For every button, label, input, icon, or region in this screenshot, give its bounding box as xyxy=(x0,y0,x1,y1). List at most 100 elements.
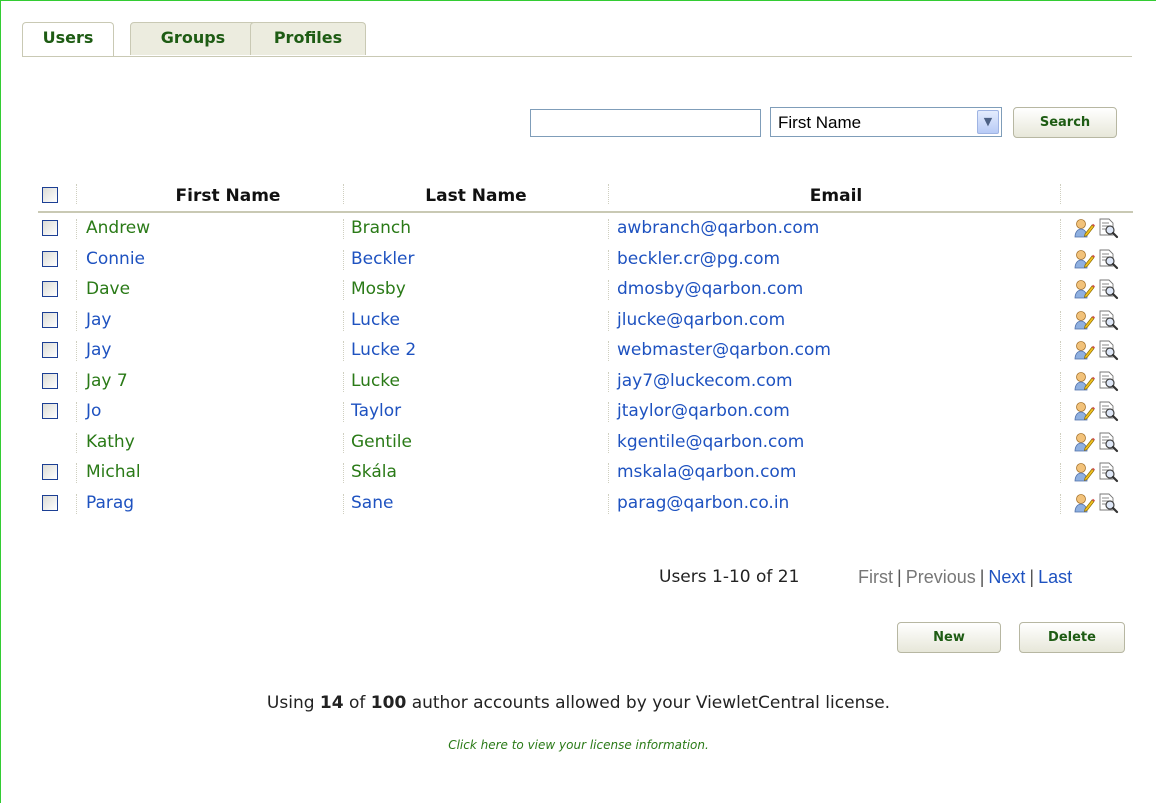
column-divider xyxy=(1060,310,1061,331)
row-actions xyxy=(1073,492,1133,516)
last-name-link[interactable]: Gentile xyxy=(351,427,412,457)
tab-groups[interactable]: Groups xyxy=(130,22,256,55)
select-all-checkbox[interactable] xyxy=(42,187,58,203)
row-checkbox[interactable] xyxy=(42,464,58,480)
view-details-icon[interactable] xyxy=(1097,370,1119,397)
first-name-link[interactable]: Jo xyxy=(86,396,101,426)
last-name-link[interactable]: Beckler xyxy=(351,244,414,274)
column-divider xyxy=(76,432,77,453)
first-name-link[interactable]: Michal xyxy=(86,457,141,487)
view-details-icon[interactable] xyxy=(1097,431,1119,458)
row-checkbox[interactable] xyxy=(42,250,58,267)
pagination-previous: Previous xyxy=(905,567,976,587)
row-checkbox[interactable] xyxy=(42,311,58,328)
edit-user-icon[interactable] xyxy=(1073,278,1095,305)
last-name-link[interactable]: Taylor xyxy=(351,396,401,426)
edit-user-icon[interactable] xyxy=(1073,309,1095,336)
last-name-link[interactable]: Lucke xyxy=(351,305,400,335)
edit-user-icon[interactable] xyxy=(1073,461,1095,488)
email-link[interactable]: webmaster@qarbon.com xyxy=(617,335,831,365)
view-details-icon[interactable] xyxy=(1097,339,1119,366)
first-name-link[interactable]: Andrew xyxy=(86,213,150,243)
last-name-link[interactable]: Skála xyxy=(351,457,397,487)
chevron-down-icon[interactable]: ▼ xyxy=(977,110,999,134)
column-divider xyxy=(1060,402,1061,422)
email-link[interactable]: awbranch@qarbon.com xyxy=(617,213,819,243)
first-name-link[interactable]: Jay 7 xyxy=(86,366,128,396)
edit-user-icon[interactable] xyxy=(1073,370,1095,397)
license-info-link[interactable]: Click here to view your license informat… xyxy=(0,738,1157,752)
email-link[interactable]: jlucke@qarbon.com xyxy=(617,305,785,335)
search-button[interactable]: Search xyxy=(1013,107,1117,138)
pagination-links: First | Previous | Next | Last xyxy=(858,567,1072,588)
column-divider xyxy=(608,341,609,361)
edit-user-icon[interactable] xyxy=(1073,248,1095,275)
last-name-link[interactable]: Sane xyxy=(351,488,393,518)
first-name-link[interactable]: Jay xyxy=(86,305,112,335)
email-link[interactable]: parag@qarbon.co.in xyxy=(617,488,789,518)
search-field-select[interactable]: First Name ▼ xyxy=(770,107,1002,137)
view-details-icon[interactable] xyxy=(1097,400,1119,427)
tab-profiles[interactable]: Profiles xyxy=(250,22,366,55)
column-divider xyxy=(608,402,609,422)
pagination-last[interactable]: Last xyxy=(1038,567,1072,587)
last-name-link[interactable]: Lucke 2 xyxy=(351,335,416,365)
row-checkbox[interactable] xyxy=(42,220,58,236)
email-link[interactable]: mskala@qarbon.com xyxy=(617,457,796,487)
pagination-separator: | xyxy=(1029,567,1035,587)
first-name-link[interactable]: Kathy xyxy=(86,427,135,457)
last-name-link[interactable]: Mosby xyxy=(351,274,406,304)
delete-button[interactable]: Delete xyxy=(1019,622,1125,653)
edit-user-icon[interactable] xyxy=(1073,339,1095,366)
row-checkbox[interactable] xyxy=(42,372,58,389)
table-row: Jo Taylor jtaylor@qarbon.com xyxy=(38,396,1133,426)
first-name-link[interactable]: Dave xyxy=(86,274,130,304)
table-header: First Name Last Name Email xyxy=(38,178,1133,213)
last-name-link[interactable]: Branch xyxy=(351,213,411,243)
view-details-icon[interactable] xyxy=(1097,309,1119,336)
header-email[interactable]: Email xyxy=(610,178,1062,211)
view-details-icon[interactable] xyxy=(1097,278,1119,305)
edit-user-icon[interactable] xyxy=(1073,400,1095,427)
column-divider xyxy=(1060,184,1061,204)
row-checkbox[interactable] xyxy=(42,342,58,358)
column-divider xyxy=(343,493,344,514)
pagination-next[interactable]: Next xyxy=(988,567,1025,587)
pagination-summary: Users 1-10 of 21 xyxy=(659,567,800,587)
table-row: Jay Lucke 2 webmaster@qarbon.com xyxy=(38,335,1133,365)
search-input[interactable] xyxy=(530,109,761,137)
row-checkbox[interactable] xyxy=(42,403,58,419)
new-button[interactable]: New xyxy=(897,622,1001,653)
view-details-icon[interactable] xyxy=(1097,217,1119,244)
tab-users[interactable]: Users xyxy=(22,22,114,57)
column-divider xyxy=(343,341,344,361)
email-link[interactable]: jtaylor@qarbon.com xyxy=(617,396,790,426)
first-name-link[interactable]: Jay xyxy=(86,335,112,365)
first-name-link[interactable]: Parag xyxy=(86,488,134,518)
email-link[interactable]: dmosby@qarbon.com xyxy=(617,274,803,304)
header-last-name[interactable]: Last Name xyxy=(344,178,608,211)
row-checkbox[interactable] xyxy=(42,281,58,297)
column-divider xyxy=(1060,280,1061,300)
email-link[interactable]: jay7@luckecom.com xyxy=(617,366,793,396)
view-details-icon[interactable] xyxy=(1097,248,1119,275)
column-divider xyxy=(76,463,77,483)
column-divider xyxy=(76,280,77,300)
header-first-name[interactable]: First Name xyxy=(78,178,378,211)
edit-user-icon[interactable] xyxy=(1073,431,1095,458)
email-link[interactable]: kgentile@qarbon.com xyxy=(617,427,804,457)
email-link[interactable]: beckler.cr@pg.com xyxy=(617,244,780,274)
last-name-link[interactable]: Lucke xyxy=(351,366,400,396)
edit-user-icon[interactable] xyxy=(1073,492,1095,519)
first-name-link[interactable]: Connie xyxy=(86,244,145,274)
license-middle: of xyxy=(343,693,371,713)
column-divider xyxy=(343,280,344,300)
edit-user-icon[interactable] xyxy=(1073,217,1095,244)
column-divider xyxy=(608,310,609,331)
column-divider xyxy=(608,463,609,483)
license-usage-text: Using 14 of 100 author accounts allowed … xyxy=(0,693,1157,713)
row-checkbox[interactable] xyxy=(42,494,58,511)
view-details-icon[interactable] xyxy=(1097,461,1119,488)
view-details-icon[interactable] xyxy=(1097,492,1119,519)
license-used-count: 14 xyxy=(319,693,344,713)
